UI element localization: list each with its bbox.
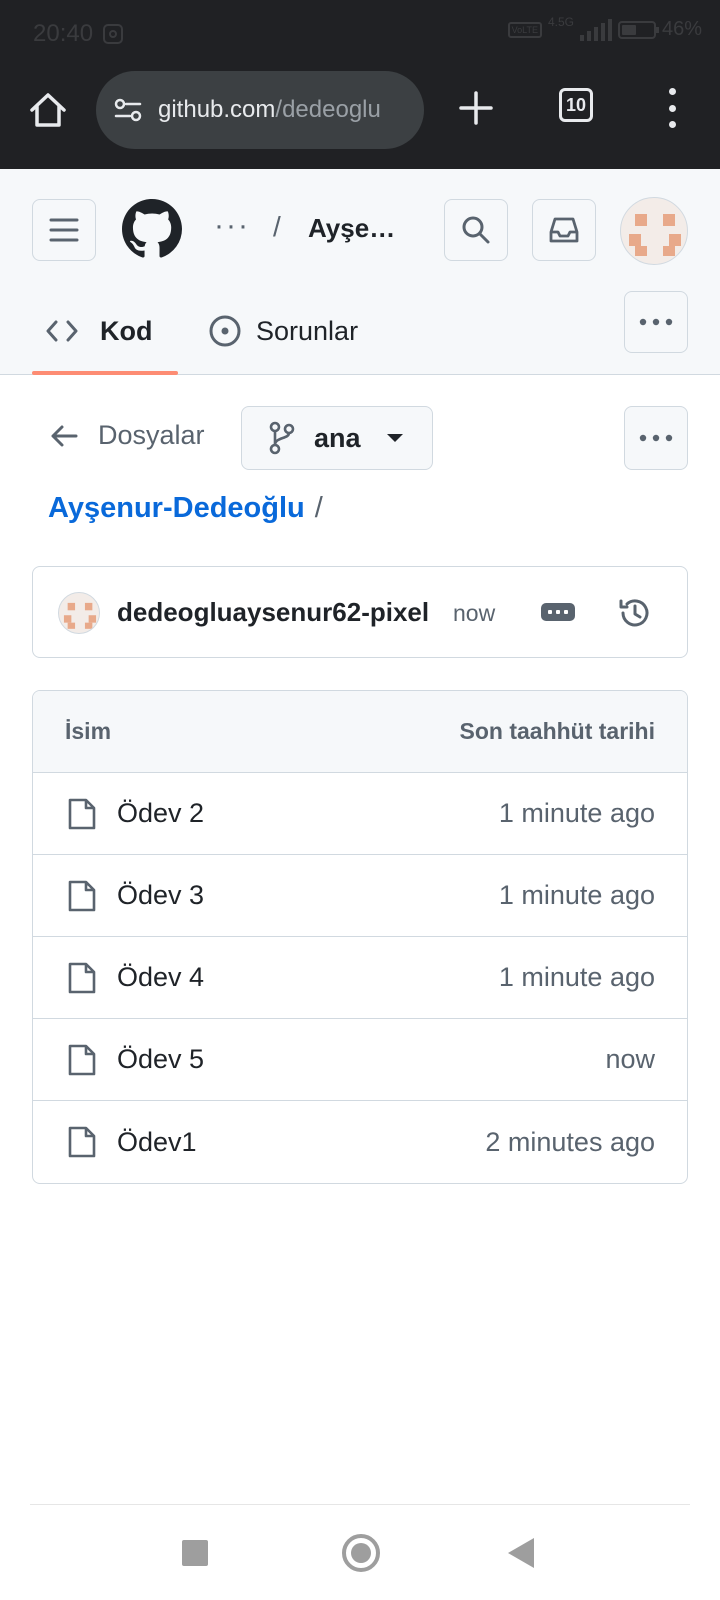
file-date: 1 minute ago [498, 798, 655, 828]
kebab-horizontal-icon [639, 318, 673, 326]
commit-author-avatar[interactable] [58, 592, 100, 634]
inbox-icon [549, 217, 579, 243]
search-icon [462, 216, 490, 244]
back-to-files-link[interactable]: Dosyalar [50, 420, 205, 451]
file-icon [68, 962, 96, 993]
menu-button[interactable] [32, 199, 96, 261]
tab-code-label: Kod [100, 315, 153, 346]
code-icon [46, 320, 78, 342]
breadcrumb-repo-name[interactable]: Ayşenur-Dedeoğlu [308, 213, 410, 244]
file-table: İsim Son taahhüt tarihi Ödev 2 1 minute … [32, 690, 688, 1184]
identicon-icon [629, 214, 681, 256]
file-icon [68, 1126, 96, 1158]
instagram-notification-icon [103, 24, 123, 44]
folder-breadcrumb: Ayşenur-Dedeoğlu / [48, 492, 323, 525]
file-date: 1 minute ago [498, 880, 655, 910]
file-icon [68, 1044, 96, 1075]
file-date: now [605, 1044, 655, 1074]
url-host: github.com [158, 96, 276, 123]
table-row[interactable]: Ödev 4 1 minute ago [33, 937, 687, 1019]
table-row[interactable]: Ödev 3 1 minute ago [33, 855, 687, 937]
back-to-files-label: Dosyalar [98, 420, 205, 450]
column-name-header: İsim [65, 718, 112, 744]
arrow-left-icon [51, 425, 78, 446]
file-date: 2 minutes ago [485, 1126, 655, 1157]
site-settings-icon[interactable] [112, 94, 144, 126]
table-row[interactable]: Ödev 2 1 minute ago [33, 773, 687, 855]
home-nav-icon[interactable] [342, 1534, 380, 1572]
file-date: 1 minute ago [498, 962, 655, 992]
back-nav-icon[interactable] [508, 1538, 534, 1568]
folder-link[interactable]: Ayşenur-Dedeoğlu [48, 492, 305, 524]
github-header: ··· / Ayşenur-Dedeoğlu Kod [0, 169, 720, 375]
tab-code[interactable]: Kod [46, 291, 152, 371]
url-bar[interactable]: github.com/dedeoglu [96, 71, 424, 149]
home-icon[interactable] [28, 90, 68, 130]
url-text[interactable]: github.com/dedeoglu [158, 96, 381, 124]
identicon-icon [63, 602, 97, 629]
browser-toolbar: github.com/dedeoglu 10 [0, 68, 720, 169]
commit-time: now [453, 600, 496, 626]
latest-commit-box: dedeogluaysenur62-pixel now [32, 566, 688, 658]
table-header: İsim Son taahhüt tarihi [33, 691, 687, 773]
status-indicators: VoLTE 4.5G 46% [507, 14, 702, 41]
path-separator: / [314, 492, 323, 524]
commit-message-toggle[interactable] [541, 603, 575, 621]
tab-issues[interactable]: Sorunlar [208, 291, 358, 371]
file-icon [68, 798, 96, 829]
tabs-more-button[interactable] [624, 291, 688, 353]
browser-menu-icon[interactable] [660, 88, 684, 128]
tab-issues-label: Sorunlar [256, 315, 359, 346]
file-name[interactable]: Ödev 3 [117, 880, 499, 911]
file-name[interactable]: Ödev 5 [117, 1044, 605, 1075]
table-row[interactable]: Ödev1 2 minutes ago [33, 1101, 687, 1183]
file-name[interactable]: Ödev 4 [117, 962, 499, 993]
battery-level: 46% [661, 18, 702, 40]
file-name[interactable]: Ödev1 [117, 1127, 485, 1158]
history-icon[interactable] [617, 595, 653, 631]
file-icon [68, 880, 96, 911]
volte-icon: VoLTE [507, 21, 542, 38]
user-avatar[interactable] [620, 197, 688, 265]
repo-tabs: Kod Sorunlar [0, 291, 720, 375]
breadcrumb-separator: / [273, 211, 281, 242]
breadcrumb-overflow[interactable]: ··· [214, 209, 250, 243]
tab-switcher-button[interactable]: 10 [559, 88, 593, 122]
github-logo-icon[interactable] [122, 199, 182, 259]
file-navigation: Dosyalar ana [0, 406, 720, 470]
browser-chrome: 20:40 VoLTE 4.5G 46% github.com/dedeoglu [0, 0, 720, 169]
git-branch-icon [269, 421, 295, 455]
status-bar: 20:40 VoLTE 4.5G 46% [0, 0, 720, 68]
kebab-horizontal-icon [639, 434, 673, 442]
signal-icon [579, 18, 612, 41]
url-path: /dedeoglu [275, 96, 381, 123]
hamburger-icon [49, 218, 79, 242]
selected-tab-indicator [32, 371, 178, 375]
branch-name: ana [314, 422, 361, 453]
file-name[interactable]: Ödev 2 [117, 798, 499, 829]
column-date-header: Son taahhüt tarihi [459, 718, 656, 744]
bottom-divider [30, 1504, 690, 1505]
network-type: 4.5G [547, 14, 574, 29]
commit-author[interactable]: dedeogluaysenur62-pixel [117, 597, 429, 628]
triangle-down-icon [386, 434, 403, 442]
table-row[interactable]: Ödev 5 now [33, 1019, 687, 1101]
branch-selector[interactable]: ana [241, 406, 433, 470]
issue-opened-icon [209, 315, 241, 347]
file-actions-more-button[interactable] [624, 406, 688, 470]
battery-icon [617, 20, 659, 39]
recents-icon[interactable] [182, 1540, 208, 1566]
search-button[interactable] [444, 199, 508, 261]
status-time: 20:40 [33, 20, 94, 47]
inbox-button[interactable] [532, 199, 596, 261]
new-tab-icon[interactable] [458, 90, 494, 126]
